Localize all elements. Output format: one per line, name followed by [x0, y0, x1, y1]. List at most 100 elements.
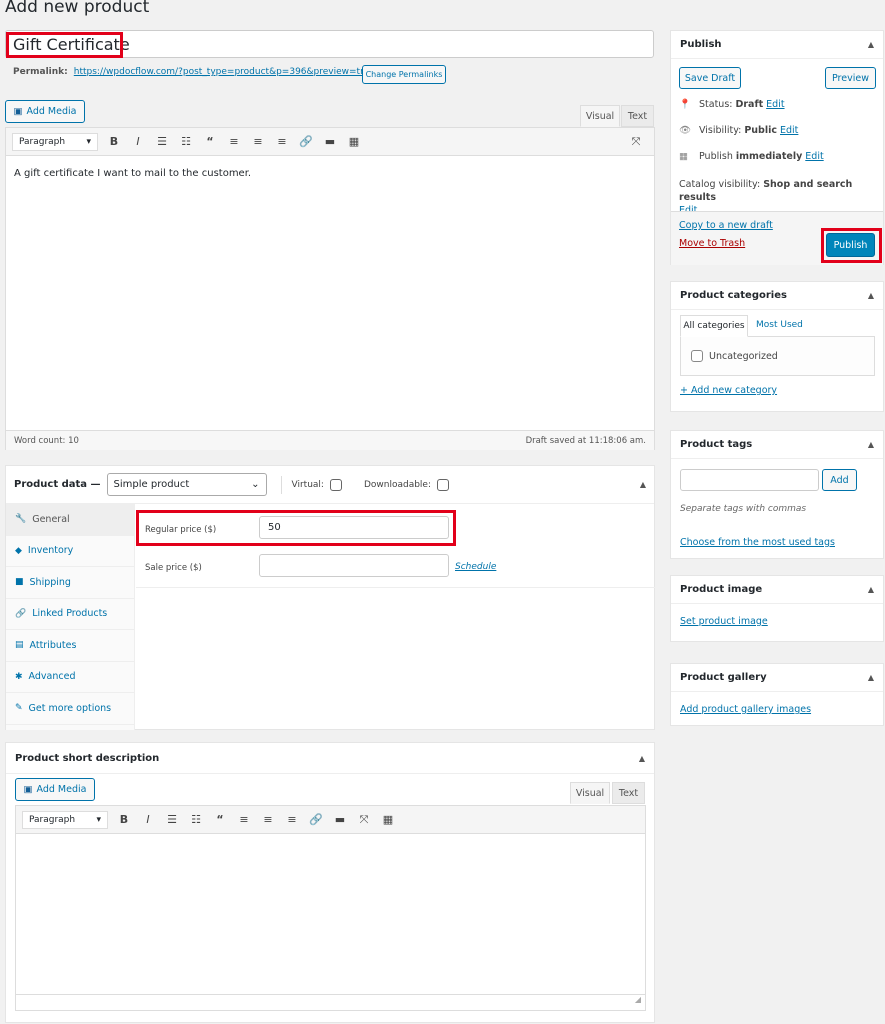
italic-icon[interactable]: I [126, 135, 150, 148]
align-center-icon[interactable]: ≡ [246, 135, 270, 148]
tab-visual[interactable]: Visual [570, 782, 610, 804]
tab-all-categories[interactable]: All categories [680, 315, 748, 337]
tab-most-used[interactable]: Most Used [756, 320, 803, 330]
publish-actions: Copy to a new draft Move to Trash Publis… [671, 211, 883, 265]
fullscreen-icon[interactable]: ⤧ [624, 135, 648, 149]
resize-handle[interactable]: ◢ [16, 994, 645, 1010]
blockquote-icon[interactable]: “ [198, 135, 222, 148]
product-data-tab-advanced[interactable]: ✱ Advanced [6, 662, 134, 693]
add-media-label: Add Media [26, 106, 77, 117]
tags-title: Product tags [680, 439, 753, 450]
copy-to-draft-link[interactable]: Copy to a new draft [679, 220, 773, 231]
eye-icon: 👁 [679, 125, 692, 136]
media-icon: ▣ [13, 106, 23, 117]
tab-visual[interactable]: Visual [580, 105, 620, 127]
toolbar-toggle-icon[interactable]: ▦ [376, 813, 400, 826]
read-more-icon[interactable]: ▬ [328, 813, 352, 826]
downloadable-checkbox[interactable] [437, 478, 450, 491]
change-permalinks-button[interactable]: Change Permalinks [362, 65, 446, 84]
truck-icon: ■ [15, 577, 24, 588]
align-left-icon[interactable]: ≡ [232, 813, 256, 826]
edit-publish-date-link[interactable]: Edit [805, 151, 823, 162]
publish-when: immediately [735, 151, 803, 162]
status-value: Draft [735, 99, 764, 110]
tab-text[interactable]: Text [621, 105, 654, 127]
product-data-tab-attributes[interactable]: ▤ Attributes [6, 630, 134, 662]
preview-button[interactable]: Preview [825, 67, 876, 89]
schedule-link[interactable]: Schedule [455, 562, 496, 572]
add-media-button[interactable]: ▣ Add Media [15, 778, 95, 801]
content-editor: Paragraph ▾ B I ☰ ☷ “≡ ≡ ≡ 🔗 ▬ ▦ ⤧ A gift certific… [5, 127, 655, 450]
product-data-tab-linked-products[interactable]: 🔗 Linked Products [6, 599, 134, 630]
virtual-checkbox[interactable] [329, 478, 342, 491]
bold-icon[interactable]: B [112, 813, 136, 826]
fullscreen-icon[interactable]: ⤧ [352, 813, 376, 827]
editor-toolbar: Paragraph ▾ B I ☰ ☷ “≡ ≡ ≡ 🔗 ▬ ⤧ ▦ [16, 806, 645, 834]
permalink-link[interactable]: https://wpdocflow.com/?post_type=product… [74, 67, 375, 77]
align-right-icon[interactable]: ≡ [270, 135, 294, 148]
blockquote-icon[interactable]: “ [208, 813, 232, 826]
tab-label: Shipping [29, 576, 71, 588]
wrench-icon: 🔧 [15, 514, 27, 525]
tab-text[interactable]: Text [612, 782, 645, 804]
edit-visibility-link[interactable]: Edit [780, 125, 798, 136]
tab-label: Attributes [29, 639, 77, 651]
tag-icon: ◆ [15, 545, 22, 556]
numbered-list-icon[interactable]: ☷ [174, 135, 198, 148]
product-data-tab-general[interactable]: 🔧 General [6, 504, 134, 536]
choose-tags-link[interactable]: Choose from the most used tags [680, 537, 835, 548]
publish-title: Publish [680, 39, 722, 50]
save-draft-button[interactable]: Save Draft [679, 67, 741, 89]
add-media-label: Add Media [36, 784, 87, 795]
move-to-trash-link[interactable]: Move to Trash [679, 238, 745, 249]
collapse-icon[interactable]: ▲ [868, 291, 874, 300]
category-label: Uncategorized [709, 350, 778, 362]
pin-icon: 📍 [679, 99, 691, 110]
add-gallery-images-link[interactable]: Add product gallery images [680, 704, 811, 715]
bold-icon[interactable]: B [102, 135, 126, 148]
italic-icon[interactable]: I [136, 813, 160, 826]
editor-body[interactable]: A gift certificate I want to mail to the… [6, 156, 654, 430]
collapse-icon[interactable]: ▲ [868, 673, 874, 682]
short-description-title: Product short description [15, 752, 160, 764]
read-more-icon[interactable]: ▬ [318, 135, 342, 148]
bullet-list-icon[interactable]: ☰ [160, 813, 184, 826]
product-gallery-title: Product gallery [680, 672, 767, 683]
product-data-tab-get-more-options[interactable]: ✎ Get more options [6, 693, 134, 725]
product-data-tab-inventory[interactable]: ◆ Inventory [6, 536, 134, 567]
catalog-visibility-label: Catalog visibility: [679, 179, 761, 190]
align-center-icon[interactable]: ≡ [256, 813, 280, 826]
product-data-label: Product data — [14, 479, 101, 490]
list-icon: ▤ [15, 640, 24, 651]
format-select[interactable]: Paragraph ▾ [22, 810, 108, 829]
collapse-icon[interactable]: ▲ [868, 585, 874, 594]
collapse-icon[interactable]: ▲ [639, 754, 645, 763]
numbered-list-icon[interactable]: ☷ [184, 813, 208, 826]
link-icon[interactable]: 🔗 [304, 813, 328, 826]
collapse-icon[interactable]: ▲ [868, 40, 874, 49]
bullet-list-icon[interactable]: ☰ [150, 135, 174, 148]
align-right-icon[interactable]: ≡ [280, 813, 304, 826]
category-list: Uncategorized [680, 336, 875, 376]
set-product-image-link[interactable]: Set product image [680, 616, 768, 627]
editor-body[interactable] [16, 834, 645, 994]
page-title: Add new product [5, 0, 150, 17]
tag-input[interactable] [680, 469, 819, 491]
collapse-icon[interactable]: ▲ [868, 440, 874, 449]
edit-status-link[interactable]: Edit [766, 99, 784, 110]
collapse-icon[interactable]: ▲ [640, 480, 646, 489]
sale-price-input[interactable] [259, 554, 449, 577]
add-tag-button[interactable]: Add [822, 469, 857, 491]
highlight-box [821, 228, 882, 263]
plugin-icon: ✎ [15, 703, 23, 714]
category-checkbox[interactable] [691, 350, 703, 362]
toolbar-toggle-icon[interactable]: ▦ [342, 135, 366, 148]
product-data-tab-shipping[interactable]: ■ Shipping [6, 567, 134, 599]
tab-label: Linked Products [32, 608, 108, 620]
align-left-icon[interactable]: ≡ [222, 135, 246, 148]
format-select[interactable]: Paragraph ▾ [12, 132, 98, 151]
add-category-link[interactable]: + Add new category [680, 385, 777, 396]
link-icon[interactable]: 🔗 [294, 135, 318, 148]
add-media-button[interactable]: ▣ Add Media [5, 100, 85, 123]
product-type-select[interactable]: Simple product ⌄ [106, 473, 267, 496]
